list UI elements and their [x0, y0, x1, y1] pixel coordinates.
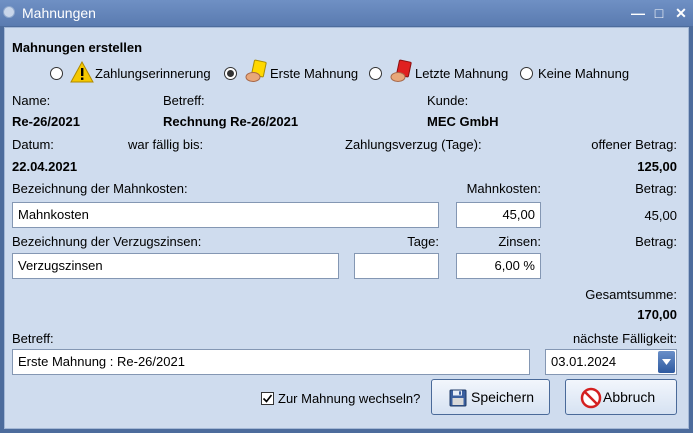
fee-cost-input[interactable]: 45,00: [456, 202, 541, 228]
cancel-button[interactable]: Abbruch: [565, 379, 677, 415]
section-heading: Mahnungen erstellen: [12, 40, 143, 55]
radio-erste-mahnung[interactable]: [224, 67, 237, 80]
option-label-zahlungserinnerung[interactable]: Zahlungserinnerung: [95, 66, 211, 81]
footer-subject-label: Betreff:: [12, 331, 54, 346]
radio-letzte-mahnung[interactable]: [369, 67, 382, 80]
interest-days-input[interactable]: [354, 253, 439, 279]
interest-desc-label: Bezeichnung der Verzugszinsen:: [12, 234, 202, 249]
due-label: war fällig bis:: [128, 137, 204, 152]
subject-label: Betreff:: [163, 93, 205, 108]
client-area: Mahnungen erstellen Zahlungserinnerung E…: [4, 27, 689, 429]
dropdown-arrow-button[interactable]: [658, 351, 675, 373]
fee-amount-value: 45,00: [644, 208, 677, 223]
chevron-down-icon: [662, 359, 671, 365]
window-title: Mahnungen: [22, 5, 96, 21]
app-icon: [3, 6, 15, 18]
open-amount-label: offener Betrag:: [591, 137, 677, 152]
interest-rate-input[interactable]: 6,00 %: [456, 253, 541, 279]
fee-amount-label: Betrag:: [635, 181, 677, 196]
checkmark-icon: [262, 394, 273, 403]
minimize-button[interactable]: —: [629, 4, 647, 22]
interest-desc-input[interactable]: Verzugszinsen: [12, 253, 339, 279]
save-label: Speichern: [471, 389, 535, 405]
switch-label[interactable]: Zur Mahnung wechseln?: [278, 391, 420, 406]
option-label-erste-mahnung[interactable]: Erste Mahnung: [270, 66, 358, 81]
overdue-label: Zahlungsverzug (Tage):: [345, 137, 482, 152]
maximize-button[interactable]: □: [650, 4, 668, 22]
cancel-label: Abbruch: [603, 389, 656, 405]
open-amount-value: 125,00: [637, 159, 677, 174]
interest-rate-label: Zinsen:: [498, 234, 541, 249]
radio-zahlungserinnerung[interactable]: [50, 67, 63, 80]
warning-icon: [70, 61, 94, 83]
subject-value: Rechnung Re-26/2021: [163, 114, 299, 129]
mahnungen-window: Mahnungen — □ ✕ Mahnungen erstellen Zahl…: [0, 0, 693, 433]
fee-cost-label: Mahnkosten:: [466, 181, 541, 196]
footer-subject-input[interactable]: Erste Mahnung : Re-26/2021: [12, 349, 530, 375]
red-card-icon: [390, 59, 412, 82]
title-bar: Mahnungen — □ ✕: [0, 0, 693, 26]
fee-desc-input[interactable]: Mahnkosten: [12, 202, 439, 228]
next-due-value: 03.01.2024: [551, 354, 617, 369]
date-label: Datum:: [12, 137, 54, 152]
fee-desc-label: Bezeichnung der Mahnkosten:: [12, 181, 188, 196]
name-label: Name:: [12, 93, 51, 108]
close-button[interactable]: ✕: [672, 4, 690, 22]
save-button[interactable]: Speichern: [431, 379, 550, 415]
option-label-keine-mahnung[interactable]: Keine Mahnung: [538, 66, 629, 81]
date-value: 22.04.2021: [12, 159, 78, 174]
radio-keine-mahnung[interactable]: [520, 67, 533, 80]
floppy-disk-icon: [449, 389, 467, 407]
customer-label: Kunde:: [427, 93, 469, 108]
next-due-label: nächste Fälligkeit:: [572, 331, 677, 346]
interest-amount-label: Betrag:: [635, 234, 677, 249]
switch-checkbox[interactable]: [261, 392, 274, 405]
total-value: 170,00: [637, 307, 677, 322]
no-entry-icon: [580, 387, 602, 409]
customer-value: MEC GmbH: [427, 114, 499, 129]
interest-days-label: Tage:: [407, 234, 439, 249]
option-label-letzte-mahnung[interactable]: Letzte Mahnung: [415, 66, 508, 81]
total-label: Gesamtsumme:: [585, 287, 677, 302]
yellow-card-icon: [245, 59, 267, 82]
name-value: Re-26/2021: [12, 114, 80, 129]
